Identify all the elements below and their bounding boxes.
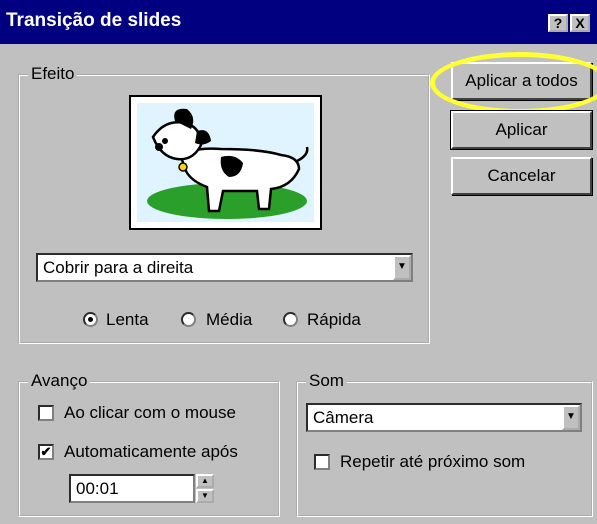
- chevron-down-icon[interactable]: ▼: [562, 405, 580, 430]
- sound-select-value: Câmera: [313, 408, 374, 427]
- close-button[interactable]: X: [570, 14, 590, 32]
- speed-medium-radio[interactable]: [181, 312, 196, 327]
- sound-group: Som: [296, 371, 593, 517]
- speed-fast-label: Rápida: [307, 310, 361, 329]
- sound-select[interactable]: Câmera ▼: [306, 403, 582, 432]
- window-title: Transição de slides: [6, 10, 182, 31]
- speed-slow-label: Lenta: [106, 310, 149, 329]
- spinner-down-icon[interactable]: ▼: [196, 489, 214, 503]
- transition-preview-image: [129, 95, 322, 230]
- effect-group-label: Efeito: [28, 64, 78, 84]
- effect-select-value: Cobrir para a direita: [43, 258, 194, 277]
- dog-picture: [137, 103, 314, 222]
- on-click-label: Ao clicar com o mouse: [64, 403, 236, 422]
- chevron-down-icon[interactable]: ▼: [393, 255, 411, 280]
- sound-group-label: Som: [306, 371, 347, 391]
- automatic-checkbox[interactable]: ✔: [38, 444, 54, 460]
- advance-group-label: Avanço: [28, 371, 91, 391]
- speed-slow-radio[interactable]: [83, 312, 98, 327]
- on-click-checkbox[interactable]: [38, 405, 54, 421]
- time-value: 00:01: [76, 479, 119, 498]
- time-input[interactable]: 00:01: [69, 474, 195, 503]
- cancel-button[interactable]: Cancelar: [451, 157, 592, 195]
- speed-medium-label: Média: [206, 310, 253, 329]
- loop-sound-label: Repetir até próximo som: [340, 452, 526, 471]
- help-button[interactable]: ?: [548, 14, 568, 32]
- speed-fast-radio[interactable]: [283, 312, 298, 327]
- highlight-circle: [430, 52, 597, 114]
- loop-sound-checkbox[interactable]: [314, 454, 330, 470]
- spinner-up-icon[interactable]: ▲: [196, 474, 214, 488]
- effect-select[interactable]: Cobrir para a direita ▼: [36, 253, 413, 282]
- title-bar: Transição de slides ? X: [0, 0, 597, 44]
- apply-button[interactable]: Aplicar: [450, 110, 593, 150]
- automatic-label: Automaticamente após: [64, 442, 238, 461]
- time-spinner[interactable]: ▲ ▼: [196, 474, 215, 503]
